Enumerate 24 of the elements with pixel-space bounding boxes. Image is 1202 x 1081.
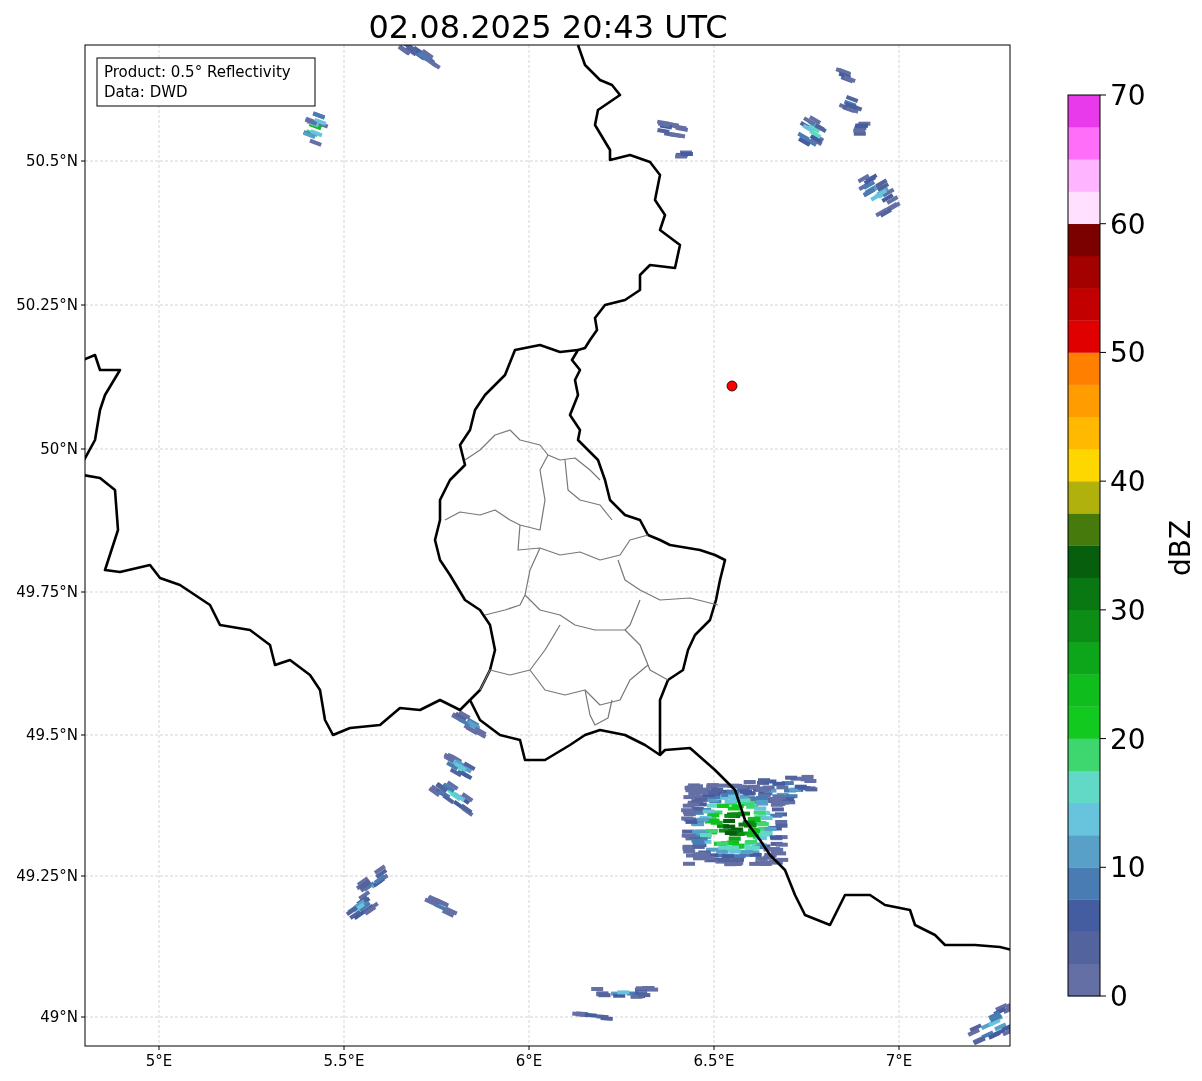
axis-tick-label: 49°N	[40, 1008, 78, 1026]
colorbar-tick-label: 40	[1110, 465, 1146, 499]
info-text: Data: DWD	[104, 83, 188, 101]
axis-tick-label: 50.5°N	[25, 152, 78, 170]
colorbar-tick-label: 50	[1110, 336, 1146, 370]
axis-tick-label: 50.25°N	[16, 296, 78, 314]
colorbar-tick-label: 70	[1110, 79, 1146, 112]
colorbar-tick-label: 0	[1110, 980, 1128, 1013]
colorbar-label: dBZ	[1164, 519, 1197, 577]
axis-tick-label: 49.75°N	[16, 583, 78, 601]
colorbar-tick-label: 60	[1110, 207, 1146, 241]
info-text: Product: 0.5° Reflectivity	[104, 63, 291, 81]
axis-tick-label: 49.25°N	[16, 867, 78, 885]
colorbar-tick-label: 20	[1110, 722, 1146, 756]
axis-tick-label: 49.5°N	[25, 726, 78, 744]
axis-tick-label: 6.5°E	[693, 1052, 735, 1070]
axis-tick-label: 6°E	[515, 1052, 543, 1070]
axis-tick-label: 50°N	[40, 440, 78, 458]
axis-tick-label: 5°E	[145, 1052, 173, 1070]
chart-title: 02.08.2025 20:43 UTC	[368, 8, 728, 46]
axis-tick-label: 7°E	[885, 1052, 913, 1070]
colorbar-tick-label: 30	[1110, 593, 1146, 627]
axis-tick-label: 5.5°E	[323, 1052, 365, 1070]
colorbar-tick-label: 10	[1110, 851, 1146, 885]
